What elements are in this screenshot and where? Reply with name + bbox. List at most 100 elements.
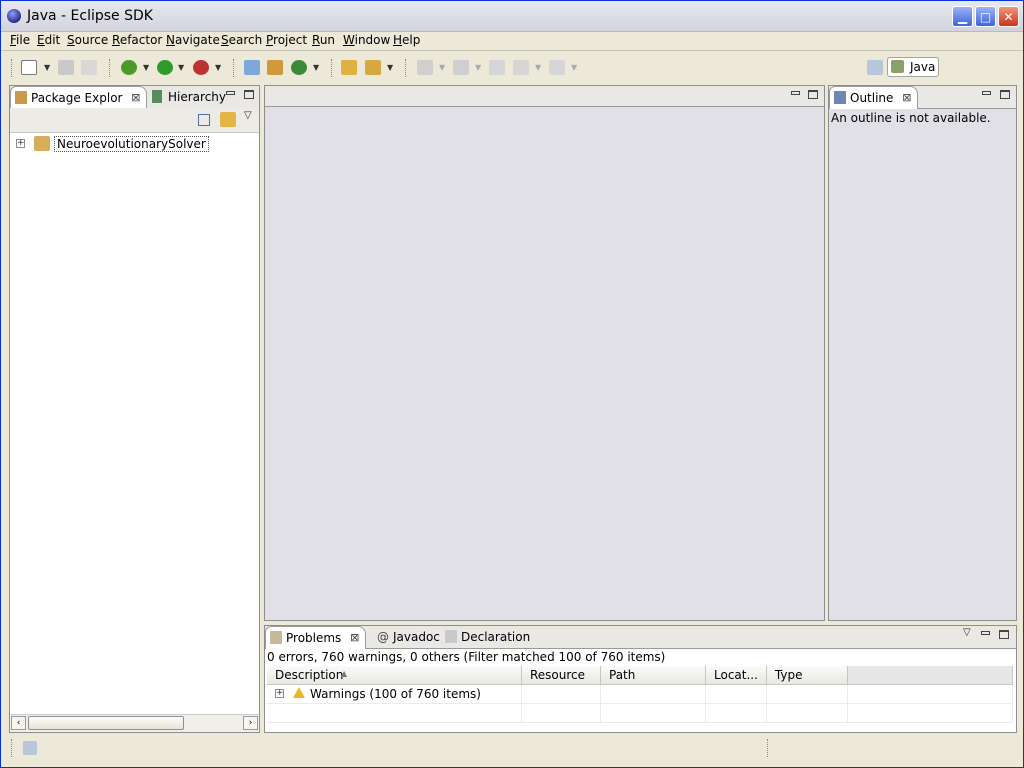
menu-edit[interactable]: Edit	[37, 33, 60, 47]
outline-message: An outline is not available.	[831, 111, 991, 125]
search-icon[interactable]	[365, 60, 381, 75]
eclipse-app-icon	[7, 9, 21, 23]
menu-navigate[interactable]: Navigate	[166, 33, 220, 47]
debug-icon[interactable]	[121, 60, 137, 75]
open-type-icon[interactable]	[341, 60, 357, 75]
maximize-view-icon[interactable]	[999, 630, 1009, 639]
tree-item-label[interactable]: NeuroevolutionarySolver	[54, 136, 209, 152]
window-title: Java - Eclipse SDK	[27, 8, 153, 24]
minimize-view-icon[interactable]	[982, 91, 991, 95]
hierarchy-icon	[152, 90, 162, 103]
maximize-window-button[interactable]: □	[975, 6, 996, 27]
toolbar-separator	[331, 59, 334, 77]
back-dropdown-icon[interactable]: ▼	[535, 63, 541, 72]
tab-javadoc[interactable]: @ Javadoc	[375, 626, 440, 648]
problems-view: Problems ⊠ @ Javadoc Declaration ▽ 0 err…	[264, 625, 1017, 733]
next-annotation-dropdown-icon[interactable]: ▼	[439, 63, 445, 72]
close-window-button[interactable]: ✕	[998, 6, 1019, 27]
scroll-left-icon[interactable]: ‹	[11, 716, 26, 730]
outline-tabstrip: Outline ⊠	[829, 86, 1016, 109]
close-tab-icon[interactable]: ⊠	[131, 87, 140, 109]
external-tools-dropdown-icon[interactable]: ▼	[215, 63, 221, 72]
tab-declaration[interactable]: Declaration	[441, 626, 530, 648]
scroll-right-icon[interactable]: ›	[243, 716, 258, 730]
expand-icon[interactable]: +	[16, 139, 25, 148]
view-menu-icon[interactable]: ▽	[244, 110, 252, 121]
column-type[interactable]: Type	[766, 666, 848, 685]
column-filler	[847, 666, 1014, 685]
maximize-view-icon[interactable]	[1000, 90, 1010, 99]
back-icon[interactable]	[513, 60, 529, 75]
last-edit-location-icon[interactable]	[489, 60, 505, 75]
java-project-icon	[34, 136, 50, 151]
previous-annotation-icon[interactable]	[453, 60, 469, 75]
new-java-package-icon[interactable]	[267, 60, 283, 75]
maximize-editor-icon[interactable]	[808, 90, 818, 99]
debug-dropdown-icon[interactable]: ▼	[143, 63, 149, 72]
minimize-window-button[interactable]: ▁	[952, 6, 973, 27]
menu-refactor[interactable]: Refactor	[112, 33, 162, 47]
minimize-editor-icon[interactable]	[791, 91, 800, 95]
warnings-group-label: Warnings (100 of 760 items)	[310, 687, 481, 701]
scroll-thumb[interactable]	[28, 716, 184, 730]
column-path[interactable]: Path	[600, 666, 706, 685]
menu-file[interactable]: File	[10, 33, 30, 47]
forward-dropdown-icon[interactable]: ▼	[571, 63, 577, 72]
search-dropdown-icon[interactable]: ▼	[387, 63, 393, 72]
previous-annotation-dropdown-icon[interactable]: ▼	[475, 63, 481, 72]
table-row[interactable]: + Warnings (100 of 760 items)	[267, 684, 1014, 704]
expand-icon[interactable]: +	[275, 689, 284, 698]
menu-project[interactable]: Project	[266, 33, 307, 47]
column-resource[interactable]: Resource	[521, 666, 601, 685]
menu-help[interactable]: Help	[393, 33, 420, 47]
new-class-dropdown-icon[interactable]: ▼	[313, 63, 319, 72]
declaration-icon	[445, 630, 457, 643]
fast-view-icon[interactable]	[23, 741, 37, 755]
tab-package-explorer[interactable]: Package Explor ⊠	[10, 86, 148, 109]
new-icon[interactable]	[21, 60, 37, 75]
title-bar[interactable]: Java - Eclipse SDK ▁ □ ✕	[1, 1, 1023, 32]
javadoc-icon: @	[377, 630, 389, 644]
tab-outline[interactable]: Outline ⊠	[829, 86, 919, 109]
run-dropdown-icon[interactable]: ▼	[178, 63, 184, 72]
java-perspective-icon	[891, 60, 904, 73]
close-tab-icon[interactable]: ⊠	[350, 627, 359, 649]
warning-icon	[293, 687, 305, 698]
new-java-project-icon[interactable]	[244, 60, 260, 75]
open-perspective-icon[interactable]	[867, 60, 883, 75]
menu-search[interactable]: Search	[221, 33, 262, 47]
java-perspective-label: Java	[910, 60, 936, 74]
minimize-view-icon[interactable]	[981, 631, 990, 635]
package-explorer-tabstrip: Package Explor ⊠ Hierarchy	[10, 86, 259, 109]
menu-run[interactable]: Run	[312, 33, 335, 47]
maximize-view-icon[interactable]	[244, 90, 254, 99]
java-perspective-button[interactable]: Java	[887, 57, 939, 77]
menu-source[interactable]: Source	[67, 33, 108, 47]
next-annotation-icon[interactable]	[417, 60, 433, 75]
column-description[interactable]: Description ▲	[267, 666, 522, 685]
problems-icon	[270, 631, 282, 644]
tab-javadoc-label: Javadoc	[393, 630, 440, 644]
status-bar	[1, 735, 1023, 765]
tab-hierarchy[interactable]: Hierarchy	[150, 86, 226, 108]
package-explorer-icon	[15, 91, 27, 104]
save-icon[interactable]	[58, 60, 74, 75]
problems-tabstrip: Problems ⊠ @ Javadoc Declaration ▽	[265, 626, 1016, 649]
horizontal-scrollbar[interactable]: ‹ ›	[10, 714, 259, 732]
print-icon[interactable]	[81, 60, 97, 75]
forward-icon[interactable]	[549, 60, 565, 75]
view-menu-icon[interactable]: ▽	[963, 627, 971, 638]
close-tab-icon[interactable]: ⊠	[902, 87, 911, 109]
column-location[interactable]: Locat...	[705, 666, 767, 685]
new-dropdown-icon[interactable]: ▼	[44, 63, 50, 72]
run-icon[interactable]	[157, 60, 173, 75]
external-tools-icon[interactable]	[193, 60, 209, 75]
new-java-class-icon[interactable]	[291, 60, 307, 75]
link-with-editor-icon[interactable]	[220, 112, 236, 127]
menu-window[interactable]: Window	[343, 33, 390, 47]
tab-hierarchy-label: Hierarchy	[168, 90, 227, 104]
tab-problems[interactable]: Problems ⊠	[265, 626, 367, 649]
toolbar-separator	[233, 59, 236, 77]
minimize-view-icon[interactable]	[226, 91, 235, 95]
collapse-all-icon[interactable]	[198, 114, 210, 126]
